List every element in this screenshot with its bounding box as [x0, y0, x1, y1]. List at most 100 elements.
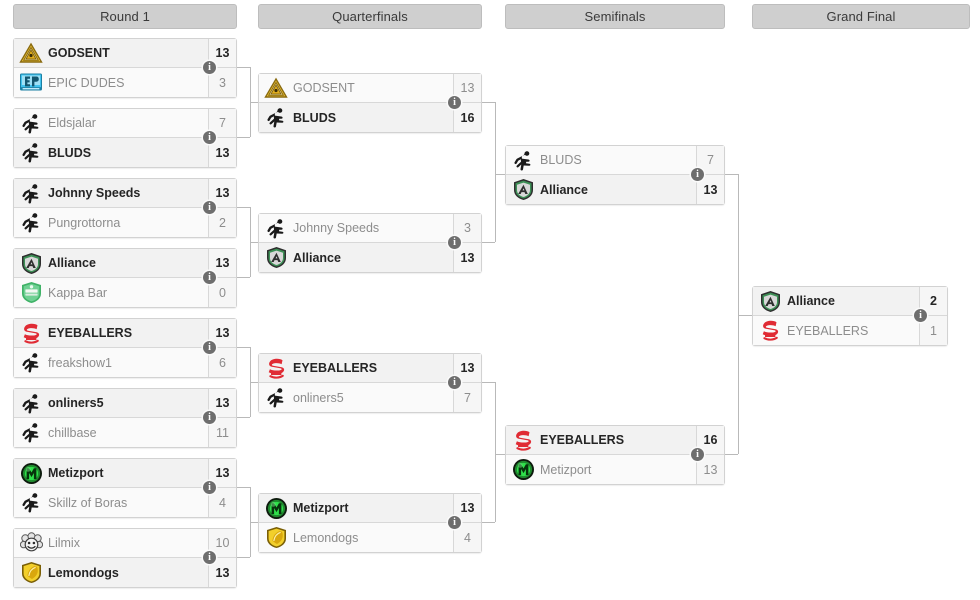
match-info-icon[interactable]: i [448, 96, 461, 109]
connector-line [237, 487, 250, 488]
team-name: Alliance [48, 256, 96, 270]
team-name: Johnny Speeds [48, 186, 141, 200]
player-icon [263, 106, 289, 130]
metizport-logo [510, 458, 536, 482]
match-info-icon[interactable]: i [691, 168, 704, 181]
team-name: BLUDS [48, 145, 92, 160]
match-box: Metizport 13 Lemondogs 4 i [258, 493, 482, 553]
match-info-icon[interactable]: i [203, 341, 216, 354]
player-icon [18, 211, 44, 235]
connector-line [738, 315, 752, 316]
match-info-icon[interactable]: i [203, 551, 216, 564]
match-info-icon[interactable]: i [203, 481, 216, 494]
match-box: Alliance 13 Kappa Bar 0 i [13, 248, 237, 308]
connector-line [482, 242, 495, 243]
alliance-logo [757, 289, 783, 313]
team-name: GODSENT [293, 81, 355, 95]
team-row[interactable]: onliners5 7 [259, 383, 481, 412]
match-box: GODSENT 13 EPIC DUDES 3 i [13, 38, 237, 98]
eyeballers-logo [263, 356, 289, 380]
match-info-icon[interactable]: i [691, 448, 704, 461]
connector-line [738, 174, 739, 454]
team-row[interactable]: BLUDS 16 [259, 103, 481, 132]
player-icon [263, 216, 289, 240]
team-name: EYEBALLERS [293, 361, 378, 375]
player-icon [263, 386, 289, 410]
team-row[interactable]: Metizport 13 [506, 455, 724, 484]
team-name: Lemondogs [48, 565, 119, 580]
match-info-icon[interactable]: i [448, 236, 461, 249]
team-row[interactable]: freakshow1 6 [14, 348, 236, 377]
team-name: BLUDS [293, 110, 337, 125]
team-row[interactable]: BLUDS 13 [14, 138, 236, 167]
team-name: Skillz of Boras [48, 495, 128, 510]
team-name: Metizport [48, 466, 104, 480]
player-icon [510, 148, 536, 172]
connector-line [237, 277, 250, 278]
lemondogs-logo [263, 526, 289, 550]
round-header-grandfinal: Grand Final [752, 4, 970, 29]
connector-line [725, 174, 738, 175]
match-box: EYEBALLERS 13 freakshow1 6 i [13, 318, 237, 378]
team-row[interactable]: EPIC DUDES 3 [14, 68, 236, 97]
connector-line [237, 137, 250, 138]
team-name: GODSENT [48, 46, 110, 60]
match-box: EYEBALLERS 16 Metizport 13 i [505, 425, 725, 485]
round-header-round1: Round 1 [13, 4, 237, 29]
player-icon [18, 111, 44, 135]
player-icon [18, 421, 44, 445]
match-info-icon[interactable]: i [203, 271, 216, 284]
team-name: EYEBALLERS [48, 326, 133, 340]
eyeballers-logo [18, 321, 44, 345]
team-row[interactable]: Skillz of Boras 4 [14, 488, 236, 517]
team-name: chillbase [48, 425, 97, 440]
team-row[interactable]: chillbase 11 [14, 418, 236, 447]
alliance-logo [18, 251, 44, 275]
match-box: Lilmix 10 Lemondogs 13 i [13, 528, 237, 588]
team-row[interactable]: Lemondogs 4 [259, 523, 481, 552]
connector-line [250, 382, 258, 383]
team-name: Lemondogs [293, 530, 359, 545]
team-row[interactable]: Alliance 13 [259, 243, 481, 272]
eyeballers-logo [510, 428, 536, 452]
match-info-icon[interactable]: i [448, 516, 461, 529]
match-info-icon[interactable]: i [448, 376, 461, 389]
team-name: Pungrottorna [48, 215, 121, 230]
connector-line [237, 347, 250, 348]
team-row[interactable]: Alliance 13 [506, 175, 724, 204]
connector-line [725, 454, 738, 455]
match-box: Johnny Speeds 13 Pungrottorna 2 i [13, 178, 237, 238]
connector-line [495, 382, 496, 522]
team-name: freakshow1 [48, 355, 112, 370]
match-info-icon[interactable]: i [203, 61, 216, 74]
team-row[interactable]: Kappa Bar 0 [14, 278, 236, 307]
connector-line [250, 522, 258, 523]
match-box: BLUDS 7 Alliance 13 i [505, 145, 725, 205]
epicdudes-logo [18, 71, 44, 95]
round-header-semifinals: Semifinals [505, 4, 725, 29]
team-name: EPIC DUDES [48, 75, 125, 90]
match-info-icon[interactable]: i [914, 309, 927, 322]
match-info-icon[interactable]: i [203, 131, 216, 144]
match-box: Eldsjalar 7 BLUDS 13 i [13, 108, 237, 168]
round-header-label: Grand Final [826, 9, 896, 24]
player-icon [18, 491, 44, 515]
match-info-icon[interactable]: i [203, 201, 216, 214]
team-row[interactable]: Lemondogs 13 [14, 558, 236, 587]
team-name: onliners5 [48, 396, 104, 410]
team-row[interactable]: Pungrottorna 2 [14, 208, 236, 237]
connector-line [495, 454, 505, 455]
team-name: EYEBALLERS [540, 433, 625, 447]
alliance-logo [263, 246, 289, 270]
team-name: Alliance [787, 294, 835, 308]
match-info-icon[interactable]: i [203, 411, 216, 424]
team-name: Alliance [540, 182, 588, 197]
connector-line [237, 207, 250, 208]
player-icon [18, 181, 44, 205]
team-name: Alliance [293, 250, 341, 265]
team-name: Metizport [293, 501, 349, 515]
team-name: Eldsjalar [48, 116, 96, 130]
eyeballers-logo [757, 319, 783, 343]
connector-line [250, 242, 258, 243]
round-header-label: Round 1 [100, 9, 150, 24]
